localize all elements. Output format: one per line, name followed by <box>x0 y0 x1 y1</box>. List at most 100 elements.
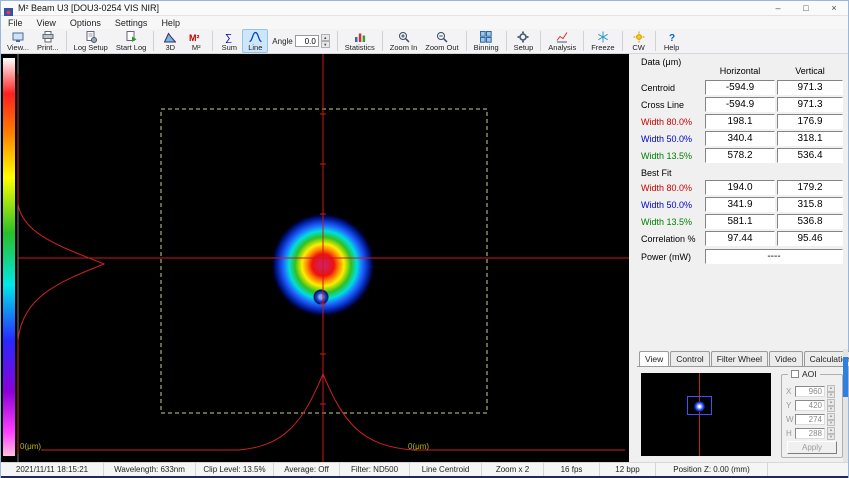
angle-spinner[interactable]: ▲▼ <box>321 34 330 48</box>
table-row-bestfit-width50: Width 50.0% 341.9 315.8 <box>629 197 849 214</box>
binning-button[interactable]: Binning <box>470 29 503 53</box>
aoi-h-label: H <box>786 429 793 438</box>
value-cell: 97.44 <box>705 231 775 246</box>
window-title: M² Beam U3 [DOU3-0254 VIS NIR] <box>18 3 159 13</box>
table-row-best-fit: Best Fit <box>629 165 849 180</box>
status-bpp: 12 bpp <box>600 463 656 476</box>
tab-view[interactable]: View <box>639 351 669 367</box>
setup-button[interactable]: Setup <box>510 29 538 53</box>
close-button[interactable]: × <box>820 1 848 15</box>
menu-help[interactable]: Help <box>154 16 187 29</box>
row-label: Width 13.5% <box>641 151 692 161</box>
row-label: Centroid <box>641 83 675 93</box>
toolbar-separator <box>506 31 507 51</box>
start-log-button[interactable]: Start Log <box>112 29 150 53</box>
zoom-out-button[interactable]: Zoom Out <box>421 29 462 53</box>
view-button[interactable]: View... <box>3 29 33 53</box>
svg-text:?: ? <box>669 33 675 43</box>
column-header-horizontal: Horizontal <box>705 66 775 76</box>
sum-button[interactable]: ∑ Sum <box>216 29 242 53</box>
aoi-checkbox[interactable] <box>791 370 799 378</box>
help-button[interactable]: ? Help <box>659 29 685 53</box>
print-button[interactable]: Print... <box>33 29 63 53</box>
analysis-icon <box>556 31 568 43</box>
row-label: Width 50.0% <box>641 200 692 210</box>
value-cell: -594.9 <box>705 80 775 95</box>
aoi-w-spinner[interactable]: ▲▼ <box>827 413 835 426</box>
log-setup-label: Log Setup <box>74 43 108 52</box>
menu-settings[interactable]: Settings <box>108 16 155 29</box>
tab-control[interactable]: Control <box>670 351 709 366</box>
freeze-label: Freeze <box>591 43 614 52</box>
start-log-icon <box>125 31 137 43</box>
freeze-button[interactable]: Freeze <box>587 29 618 53</box>
status-zoom: Zoom x 2 <box>482 463 544 476</box>
value-cell: 179.2 <box>777 180 843 195</box>
value-cell: 971.3 <box>777 80 843 95</box>
view-icon <box>12 31 24 43</box>
toolbar-separator <box>540 31 541 51</box>
row-label: Width 80.0% <box>641 117 692 127</box>
value-cell: 95.46 <box>777 231 843 246</box>
scrollbar-thumb[interactable] <box>843 357 848 397</box>
table-row-width135: Width 13.5% 578.2 536.4 <box>629 148 849 165</box>
setup-label: Setup <box>514 43 534 52</box>
aoi-y-input[interactable]: 420 <box>795 400 825 411</box>
row-label: Cross Line <box>641 100 684 110</box>
value-cell: 341.9 <box>705 197 775 212</box>
line-button[interactable]: Line <box>242 29 268 53</box>
aoi-y-label: Y <box>786 401 793 410</box>
panel-scrollbar[interactable] <box>843 349 848 462</box>
aoi-x-spinner[interactable]: ▲▼ <box>827 385 835 398</box>
table-row-bestfit-width135: Width 13.5% 581.1 536.8 <box>629 214 849 231</box>
value-cell: 578.2 <box>705 148 775 163</box>
status-bar: 2021/11/11 18:15:21 Wavelength: 633nm Cl… <box>1 462 848 476</box>
data-panel-title: Data (μm) <box>641 57 681 67</box>
maximize-button[interactable]: □ <box>792 1 820 15</box>
angle-label: Angle <box>272 37 292 46</box>
angle-down-icon[interactable]: ▼ <box>321 41 330 48</box>
angle-up-icon[interactable]: ▲ <box>321 34 330 41</box>
value-cell: 176.9 <box>777 114 843 129</box>
statistics-button[interactable]: Statistics <box>341 29 379 53</box>
tab-filter-wheel[interactable]: Filter Wheel <box>711 351 768 366</box>
sum-icon: ∑ <box>223 31 235 43</box>
zoom-in-button[interactable]: Zoom In <box>386 29 422 53</box>
aoi-x-label: X <box>786 387 793 396</box>
menu-view[interactable]: View <box>30 16 63 29</box>
angle-input[interactable]: 0.0 <box>295 35 319 47</box>
m2-button[interactable]: M² M² <box>183 29 209 53</box>
toolbar-separator <box>212 31 213 51</box>
spin-down-icon[interactable]: ▼ <box>827 406 835 413</box>
minimize-button[interactable]: – <box>764 1 792 15</box>
cw-button[interactable]: CW <box>626 29 652 53</box>
aoi-title: AOI <box>802 369 817 379</box>
line-label: Line <box>248 43 262 52</box>
table-row-power: Power (mW) ---- <box>629 249 849 266</box>
menu-options[interactable]: Options <box>63 16 108 29</box>
panel-tabs: View Control Filter Wheel Video Calculat… <box>639 349 849 366</box>
aoi-x-input[interactable]: 960 <box>795 386 825 397</box>
table-row-width80: Width 80.0% 198.1 176.9 <box>629 114 849 131</box>
aoi-w-input[interactable]: 274 <box>795 414 825 425</box>
aoi-apply-button[interactable]: Apply <box>787 441 837 454</box>
spin-down-icon[interactable]: ▼ <box>827 434 835 441</box>
beam-display[interactable]: 0(μm) 0(μm) <box>1 54 629 462</box>
m2-icon: M² <box>189 31 203 43</box>
log-setup-button[interactable]: Log Setup <box>70 29 112 53</box>
tab-video[interactable]: Video <box>769 351 803 366</box>
aoi-h-spinner[interactable]: ▲▼ <box>827 427 835 440</box>
3d-button[interactable]: 3D <box>157 29 183 53</box>
value-cell: 318.1 <box>777 131 843 146</box>
status-position-z: Position Z: 0.00 (mm) <box>656 463 768 476</box>
aoi-h-input[interactable]: 288 <box>795 428 825 439</box>
spin-down-icon[interactable]: ▼ <box>827 392 835 399</box>
aoi-y-spinner[interactable]: ▲▼ <box>827 399 835 412</box>
preview-display[interactable] <box>641 373 771 456</box>
spin-down-icon[interactable]: ▼ <box>827 420 835 427</box>
analysis-button[interactable]: Analysis <box>544 29 580 53</box>
print-icon <box>42 31 54 43</box>
zoom-in-label: Zoom In <box>390 43 418 52</box>
help-icon: ? <box>666 31 678 43</box>
menu-file[interactable]: File <box>1 16 30 29</box>
